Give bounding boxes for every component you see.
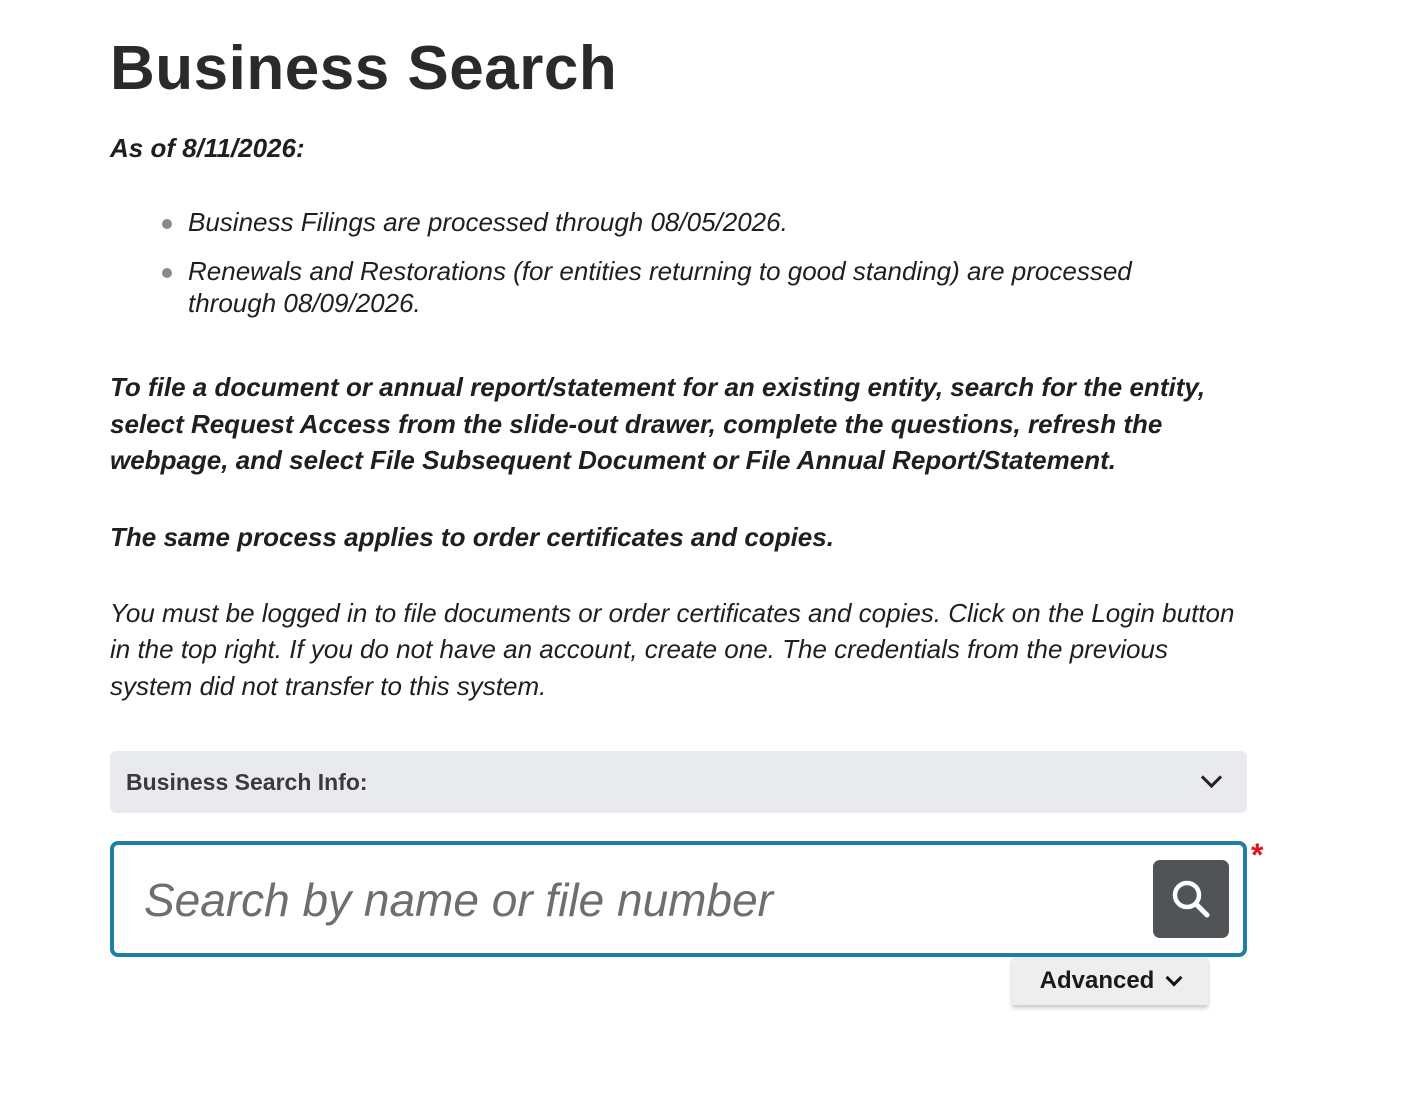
business-search-info-label: Business Search Info: xyxy=(126,768,368,795)
certificates-note: The same process applies to order certif… xyxy=(110,521,834,552)
as-of-date: As of 8/11/2026: xyxy=(110,133,305,163)
advanced-search-button[interactable]: Advanced xyxy=(1012,957,1208,1005)
business-search-info-toggle[interactable]: Business Search Info: xyxy=(110,751,1247,813)
chevron-down-icon xyxy=(1165,969,1183,987)
chevron-down-icon xyxy=(1200,766,1223,788)
list-item: Business Filings are processed through 0… xyxy=(162,206,1188,238)
login-note: You must be logged in to file documents … xyxy=(110,597,1235,701)
search-icon xyxy=(1172,880,1210,918)
page-title: Business Search xyxy=(110,34,618,103)
search-input[interactable] xyxy=(144,865,1124,935)
search-box xyxy=(110,841,1247,957)
search-button[interactable] xyxy=(1153,860,1229,938)
filing-instructions: To file a document or annual report/stat… xyxy=(110,372,1206,475)
processing-status-list: Business Filings are processed through 0… xyxy=(110,206,1250,319)
list-item: Renewals and Restorations (for entities … xyxy=(162,255,1188,319)
business-search-page: Business Search As of 8/11/2026: Busines… xyxy=(110,30,1250,704)
required-marker: * xyxy=(1251,837,1264,873)
advanced-label: Advanced xyxy=(1039,967,1155,994)
